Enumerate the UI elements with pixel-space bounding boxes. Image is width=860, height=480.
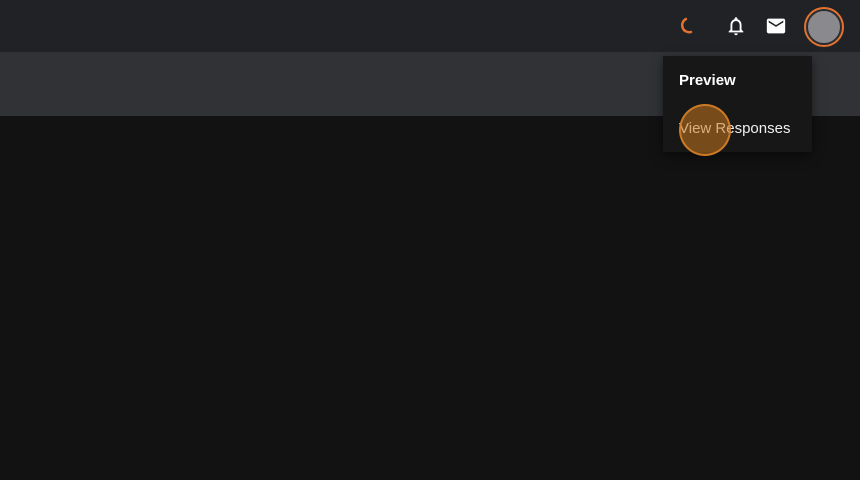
bell-icon[interactable] [724,14,748,38]
dropdown-menu: Preview View Responses [663,56,812,152]
menu-item-view-responses[interactable]: View Responses [679,120,790,137]
main-content-area [0,116,860,480]
loading-spinner-icon [676,16,696,36]
avatar-image [806,9,842,45]
avatar[interactable] [804,7,844,47]
top-navigation-bar [0,0,860,52]
menu-item-preview[interactable]: Preview [679,72,736,89]
mail-icon[interactable] [764,14,788,38]
app-root: Preview View Responses [0,0,860,480]
